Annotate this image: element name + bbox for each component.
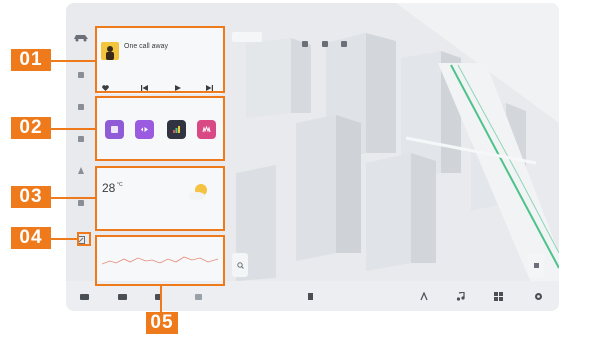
map-layers-button[interactable] bbox=[528, 253, 544, 277]
navigation-icon[interactable] bbox=[75, 165, 87, 177]
highlight-box-01 bbox=[95, 26, 225, 93]
map-toolbar-icon-3[interactable] bbox=[341, 34, 347, 52]
map-zoom-button[interactable] bbox=[232, 253, 248, 277]
seat-heat-icon[interactable] bbox=[190, 289, 206, 303]
map-toolbar-icon-1[interactable] bbox=[302, 34, 308, 52]
leader-line-05 bbox=[160, 286, 162, 312]
media-icon[interactable] bbox=[150, 289, 166, 303]
status-bar bbox=[66, 3, 559, 21]
callout-01: 01 bbox=[11, 49, 51, 71]
leader-line-01 bbox=[50, 60, 96, 62]
apps-grid-icon[interactable] bbox=[490, 289, 506, 303]
phone-icon[interactable] bbox=[75, 133, 87, 145]
camera-icon[interactable] bbox=[114, 289, 130, 303]
highlight-box-04 bbox=[77, 232, 91, 246]
map-toolbar-icon-2[interactable] bbox=[322, 34, 328, 52]
seat-icon[interactable] bbox=[75, 101, 87, 113]
callout-05: 05 bbox=[146, 312, 178, 334]
search-map-icon bbox=[236, 261, 244, 269]
car-icon[interactable] bbox=[72, 31, 90, 43]
highlight-box-03 bbox=[95, 166, 225, 231]
music-note-icon[interactable] bbox=[452, 289, 468, 303]
fan-control-icon[interactable] bbox=[302, 289, 318, 303]
highlight-box-05 bbox=[95, 235, 225, 286]
home-icon[interactable] bbox=[76, 289, 92, 303]
leader-line-03 bbox=[50, 197, 96, 199]
settings-icon[interactable] bbox=[530, 289, 546, 303]
callout-03: 03 bbox=[11, 186, 51, 208]
callout-02: 02 bbox=[11, 117, 51, 139]
layers-icon bbox=[533, 262, 539, 268]
leader-line-02 bbox=[50, 128, 96, 130]
highlight-box-02 bbox=[95, 96, 225, 161]
map-search-chip[interactable] bbox=[232, 32, 262, 42]
callout-04: 04 bbox=[11, 227, 51, 249]
fan-icon[interactable] bbox=[75, 69, 87, 81]
figure-frame: One call away 28 °C 01 02 03 04 05 bbox=[0, 0, 603, 342]
defog-icon[interactable] bbox=[416, 289, 432, 303]
leader-line-04 bbox=[50, 238, 78, 240]
